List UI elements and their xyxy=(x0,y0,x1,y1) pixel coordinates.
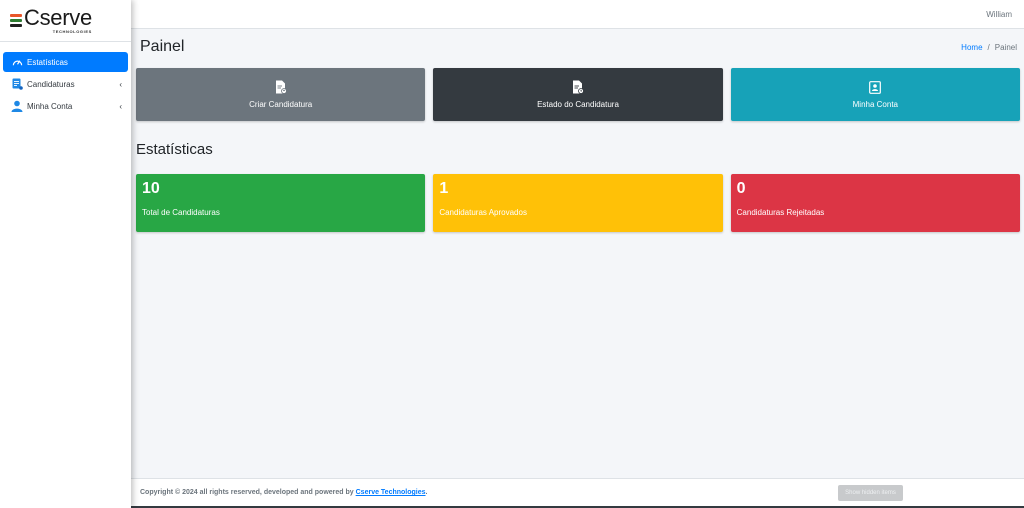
stat-label: Candidaturas Aprovados xyxy=(439,208,527,217)
stat-total-applications: 10 Total de Candidaturas xyxy=(136,174,426,232)
application-status-button[interactable]: Estado do Candidatura xyxy=(433,68,723,121)
brand-subtitle: TECHNOLOGIES xyxy=(52,29,92,34)
breadcrumb: Home / Painel xyxy=(961,43,1017,52)
dashboard-gauge-icon xyxy=(11,56,23,68)
action-cards: Criar Candidatura Estado do Candidatura … xyxy=(136,68,1020,121)
sidebar: Cserve TECHNOLOGIES Estatísticas Candida… xyxy=(0,0,131,508)
stat-label: Total de Candidaturas xyxy=(142,208,220,217)
sidebar-item-estatisticas[interactable]: Estatísticas xyxy=(3,52,128,72)
sidebar-item-minha-conta[interactable]: Minha Conta ‹ xyxy=(3,96,128,116)
footer: Copyright © 2024 all rights reserved, de… xyxy=(131,478,1024,506)
show-hidden-items-button[interactable]: Show hidden items xyxy=(838,485,903,501)
brand-logo[interactable]: Cserve TECHNOLOGIES xyxy=(0,0,131,42)
brand-mark-icon xyxy=(10,14,22,27)
sidebar-item-label: Minha Conta xyxy=(27,101,73,111)
sidebar-item-label: Candidaturas xyxy=(27,79,75,89)
brand-name: Cserve xyxy=(24,5,92,30)
document-list-icon xyxy=(11,78,23,90)
top-navbar: William xyxy=(131,0,1024,29)
chevron-left-icon: ‹ xyxy=(119,101,122,111)
action-card-label: Estado do Candidatura xyxy=(537,100,619,109)
content-header: Painel Home / Painel xyxy=(131,29,1024,65)
stat-value: 1 xyxy=(439,180,449,197)
stat-rejected-applications: 0 Candidaturas Rejeitadas xyxy=(730,174,1020,232)
footer-company-link[interactable]: Cserve Technologies xyxy=(356,489,426,496)
file-edit-icon xyxy=(274,80,288,94)
breadcrumb-home-link[interactable]: Home xyxy=(961,43,982,52)
id-badge-icon xyxy=(868,80,882,94)
footer-copyright: Copyright © 2024 all rights reserved, de… xyxy=(140,489,428,496)
action-card-label: Minha Conta xyxy=(852,100,898,109)
stat-value: 0 xyxy=(736,180,746,197)
user-icon xyxy=(11,100,23,112)
action-card-label: Criar Candidatura xyxy=(249,100,313,109)
user-menu[interactable]: William xyxy=(986,10,1012,19)
file-status-icon xyxy=(571,80,585,94)
stat-label: Candidaturas Rejeitadas xyxy=(736,208,825,217)
create-application-button[interactable]: Criar Candidatura xyxy=(136,68,426,121)
section-title: Estatísticas xyxy=(136,141,213,158)
sidebar-nav: Estatísticas Candidaturas ‹ Minha Conta … xyxy=(0,42,131,116)
breadcrumb-current: Painel xyxy=(994,42,1017,52)
page-title: Painel xyxy=(140,38,185,55)
stat-boxes: 10 Total de Candidaturas 1 Candidaturas … xyxy=(136,174,1020,232)
stat-value: 10 xyxy=(142,180,160,197)
my-account-button[interactable]: Minha Conta xyxy=(730,68,1020,121)
chevron-left-icon: ‹ xyxy=(119,79,122,89)
sidebar-item-label: Estatísticas xyxy=(27,57,68,67)
sidebar-item-candidaturas[interactable]: Candidaturas ‹ xyxy=(3,74,128,94)
stat-approved-applications: 1 Candidaturas Aprovados xyxy=(433,174,723,232)
breadcrumb-separator: / xyxy=(987,42,990,52)
